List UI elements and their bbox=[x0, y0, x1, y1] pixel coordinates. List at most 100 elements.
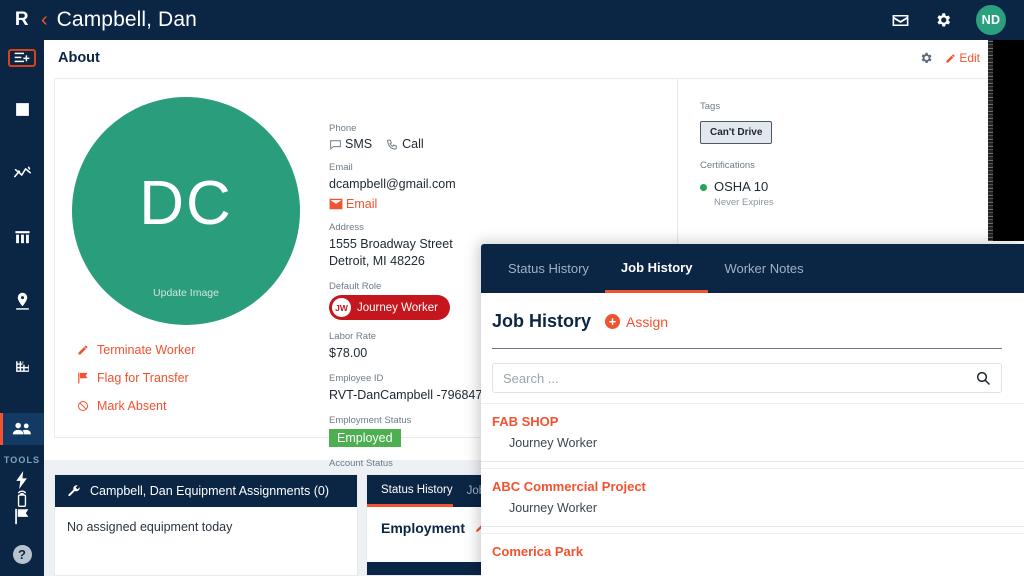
job-history-panel: Status History Job History Worker Notes … bbox=[481, 244, 1024, 576]
role-badge: JW bbox=[332, 298, 351, 317]
gear-icon[interactable] bbox=[919, 51, 933, 65]
tags-label: Tags bbox=[700, 101, 721, 112]
avatar-initials: DC bbox=[139, 168, 233, 238]
brand-logo[interactable]: R bbox=[0, 9, 44, 31]
sidebar-tool-flags[interactable] bbox=[0, 508, 44, 525]
email-action-label: Email bbox=[346, 197, 378, 211]
list-item[interactable]: Comerica Park bbox=[481, 533, 1024, 576]
equipment-empty-message: No assigned equipment today bbox=[67, 520, 233, 534]
pencil-icon bbox=[77, 344, 89, 356]
about-edit-label: Edit bbox=[959, 51, 980, 65]
certification-name: OSHA 10 bbox=[714, 179, 769, 194]
profile-column: DC Update Image Terminate Worker Flag fo… bbox=[55, 79, 317, 437]
tab-status-history[interactable]: Status History bbox=[367, 475, 453, 507]
status-badge: Employed bbox=[329, 429, 401, 447]
sms-label: SMS bbox=[345, 137, 373, 151]
phone-label: Phone bbox=[329, 123, 357, 134]
plus-circle-icon: + bbox=[605, 314, 621, 329]
equipment-assignments-header: Campbell, Dan Equipment Assignments (0) bbox=[55, 475, 357, 507]
job-history-tabs: Status History Job History Worker Notes bbox=[481, 244, 1024, 293]
default-role-pill[interactable]: JW Journey Worker bbox=[329, 295, 450, 320]
terminate-worker-label: Terminate Worker bbox=[97, 343, 196, 357]
job-history-search-wrap bbox=[481, 349, 1024, 393]
gear-icon[interactable] bbox=[934, 11, 952, 29]
certification-expiry: Never Expires bbox=[714, 197, 774, 208]
certification-status-dot bbox=[700, 184, 707, 191]
sidebar: TOOLS ? bbox=[0, 40, 44, 576]
search-box[interactable] bbox=[492, 363, 1002, 393]
about-heading: About bbox=[58, 50, 100, 66]
email-value: dcampbell@gmail.com bbox=[329, 177, 456, 191]
add-list-icon[interactable] bbox=[8, 49, 36, 67]
sidebar-item-companies[interactable] bbox=[0, 349, 44, 381]
back-chevron-icon[interactable]: ‹ bbox=[41, 10, 48, 30]
search-icon[interactable] bbox=[975, 370, 991, 386]
job-history-header: Job History + Assign bbox=[481, 293, 1024, 332]
sidebar-item-analytics[interactable] bbox=[0, 157, 44, 189]
certifications-label: Certifications bbox=[700, 160, 755, 171]
sidebar-item-workers[interactable] bbox=[0, 413, 44, 445]
assign-label: Assign bbox=[626, 313, 669, 330]
list-item[interactable]: ABC Commercial Project Journey Worker bbox=[481, 468, 1024, 527]
tab-worker-notes[interactable]: Worker Notes bbox=[708, 244, 819, 293]
chat-bubble-icon bbox=[329, 138, 342, 151]
certification-item: OSHA 10 Never Expires bbox=[700, 178, 993, 208]
call-button[interactable]: Call bbox=[386, 137, 424, 151]
job-history-list: FAB SHOP Journey Worker ABC Commercial P… bbox=[481, 403, 1024, 576]
no-entry-icon bbox=[77, 400, 89, 412]
sidebar-tool-devices[interactable] bbox=[0, 489, 44, 508]
pencil-icon bbox=[945, 53, 956, 64]
avatar[interactable]: ND bbox=[976, 5, 1006, 35]
list-item[interactable]: FAB SHOP Journey Worker bbox=[481, 403, 1024, 462]
tab-status-history[interactable]: Status History bbox=[492, 244, 605, 293]
address-label: Address bbox=[329, 222, 364, 233]
mark-absent-label: Mark Absent bbox=[97, 399, 167, 413]
top-bar: R ‹ Campbell, Dan ND bbox=[0, 0, 1024, 40]
job-role: Journey Worker bbox=[509, 436, 597, 450]
envelope-icon bbox=[329, 198, 343, 210]
phone-icon bbox=[386, 138, 399, 151]
sidebar-item-schedule[interactable] bbox=[0, 221, 44, 253]
mail-icon[interactable] bbox=[891, 11, 910, 30]
email-button[interactable]: Email bbox=[329, 197, 677, 211]
app-root: R ‹ Campbell, Dan ND TOOLS ? About Edit … bbox=[0, 0, 1024, 576]
sidebar-tool-actions[interactable] bbox=[0, 471, 44, 489]
mark-absent-action[interactable]: Mark Absent bbox=[77, 399, 317, 413]
sidebar-tools-label: TOOLS bbox=[3, 455, 41, 465]
tag-chip[interactable]: Can't Drive bbox=[700, 121, 773, 144]
about-edit-button[interactable]: Edit bbox=[945, 51, 980, 65]
help-icon[interactable]: ? bbox=[12, 545, 32, 564]
sidebar-item-dashboard[interactable] bbox=[0, 93, 44, 125]
job-title[interactable]: FAB SHOP bbox=[492, 414, 1013, 429]
sidebar-primary-items bbox=[0, 93, 44, 445]
equipment-assignments-title: Campbell, Dan Equipment Assignments (0) bbox=[90, 484, 330, 498]
page-title: Campbell, Dan bbox=[56, 8, 197, 31]
profile-avatar[interactable]: DC Update Image bbox=[72, 97, 300, 325]
flag-for-transfer-action[interactable]: Flag for Transfer bbox=[77, 371, 317, 385]
search-input[interactable] bbox=[503, 370, 975, 386]
profile-actions: Terminate Worker Flag for Transfer Mark … bbox=[55, 343, 317, 413]
employment-section-title: Employment bbox=[381, 520, 466, 536]
update-image-label[interactable]: Update Image bbox=[72, 287, 300, 299]
tab-job-history[interactable]: Job History bbox=[604, 244, 709, 293]
flag-for-transfer-label: Flag for Transfer bbox=[97, 371, 189, 385]
assign-button[interactable]: + Assign bbox=[605, 314, 668, 330]
job-role: Journey Worker bbox=[509, 501, 597, 515]
job-history-title: Job History bbox=[492, 311, 592, 331]
terminate-worker-action[interactable]: Terminate Worker bbox=[77, 343, 317, 357]
sms-button[interactable]: SMS bbox=[329, 137, 372, 151]
equipment-assignments-card: Campbell, Dan Equipment Assignments (0) … bbox=[54, 474, 358, 576]
top-bar-actions: ND bbox=[891, 5, 1024, 35]
sidebar-bottom: ? bbox=[0, 545, 44, 576]
default-role-value: Journey Worker bbox=[357, 301, 438, 314]
sidebar-item-locations[interactable] bbox=[0, 285, 44, 317]
email-label: Email bbox=[329, 162, 353, 173]
flag-icon bbox=[77, 372, 89, 384]
about-header: About Edit bbox=[44, 40, 994, 76]
phone-field: Phone SMS Call bbox=[329, 123, 677, 151]
call-label: Call bbox=[402, 137, 424, 151]
wrench-icon bbox=[67, 484, 81, 498]
email-field: Email dcampbell@gmail.com Email bbox=[329, 162, 677, 211]
job-title[interactable]: ABC Commercial Project bbox=[492, 479, 1013, 494]
job-title[interactable]: Comerica Park bbox=[492, 544, 1013, 559]
